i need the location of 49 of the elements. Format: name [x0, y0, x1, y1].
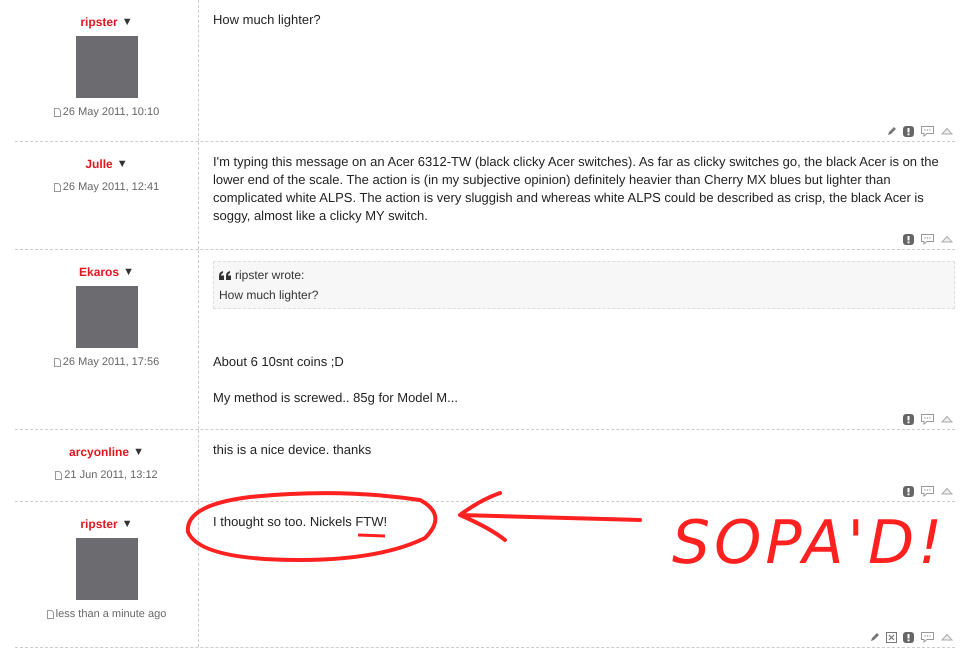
dropdown-arrow[interactable]: ▼: [116, 156, 128, 172]
speech-bubble-icon[interactable]: [920, 485, 935, 497]
post-text: My method is screwed.. 85g for Model M...: [213, 389, 459, 407]
up-triangle-icon[interactable]: [941, 127, 953, 135]
author-link[interactable]: ripster: [80, 13, 118, 31]
post-date: 26 May 2011, 10:10: [62, 105, 160, 120]
speech-bubble-icon[interactable]: [920, 233, 935, 245]
page-icon: [55, 470, 62, 480]
up-triangle-icon[interactable]: [941, 235, 953, 243]
quote-mark-icon: [219, 270, 231, 280]
exclamation-icon[interactable]: [903, 414, 914, 424]
author-link[interactable]: ripster: [80, 515, 118, 533]
speech-bubble-icon[interactable]: [920, 631, 935, 643]
author-link[interactable]: Ekaros: [79, 263, 120, 281]
delete-icon[interactable]: [886, 632, 897, 642]
hand-drawn-underline: [358, 534, 386, 538]
quote-text: How much lighter?: [219, 287, 320, 304]
post-date: 26 May 2011, 12:41: [62, 180, 160, 195]
page-icon: [54, 108, 61, 117]
post-date: less than a minute ago: [56, 607, 166, 622]
post-text: I thought so too. Nickels FTW!: [213, 513, 388, 531]
post-date: 21 Jun 2011, 13:12: [64, 468, 158, 483]
page-icon: [46, 610, 54, 619]
dropdown-arrow[interactable]: ▼: [133, 444, 144, 460]
post-text: How much lighter?: [213, 11, 322, 29]
up-triangle-icon[interactable]: [941, 415, 953, 423]
page-icon: [54, 358, 61, 367]
dropdown-arrow[interactable]: ▼: [122, 516, 133, 532]
pencil-icon[interactable]: [870, 632, 880, 642]
exclamation-icon[interactable]: [903, 126, 914, 136]
pencil-icon[interactable]: [887, 126, 897, 136]
up-triangle-icon[interactable]: [941, 633, 953, 641]
exclamation-icon[interactable]: [903, 486, 914, 496]
author-link[interactable]: arcyonline: [69, 443, 130, 461]
page-icon: [54, 182, 61, 192]
exclamation-icon[interactable]: [903, 234, 914, 244]
quote-author: ripster wrote:: [235, 267, 304, 284]
handwritten-annotation: SOPA'D!: [672, 508, 946, 578]
post-date: 26 May 2011, 17:56: [62, 355, 160, 370]
dropdown-arrow[interactable]: ▼: [123, 264, 134, 280]
author-link[interactable]: Julle: [85, 155, 113, 173]
dropdown-arrow[interactable]: ▼: [122, 14, 133, 30]
post-text: this is a nice device. thanks: [213, 441, 372, 459]
speech-bubble-icon[interactable]: [920, 413, 935, 425]
exclamation-icon[interactable]: [903, 632, 914, 642]
up-triangle-icon[interactable]: [941, 487, 953, 495]
post-text: About 6 10snt coins ;D: [213, 353, 345, 371]
post-text: I'm typing this message on an Acer 6312-TW (black clicky Acer switches). As far as clicky switches go, the black Acer is on the lower end of the scale. The action is (in my subjective opinion) definitely heavier than Cherry MX blues but lighter than complicated white ALPS. The action is very sluggish and whereas white ALPS could be described as crisp, the black Acer is soggy, almost like a clicky MY switch.: [213, 153, 940, 225]
speech-bubble-icon[interactable]: [920, 125, 935, 137]
